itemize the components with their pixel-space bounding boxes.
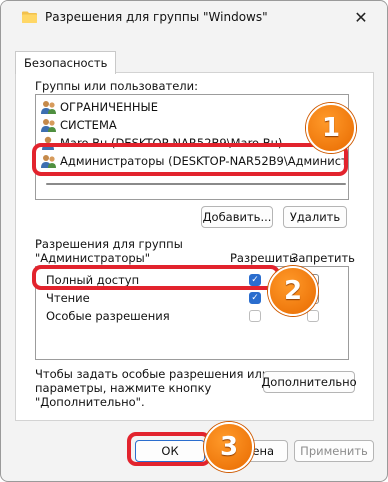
tab-security[interactable]: Безопасность	[15, 51, 117, 74]
allow-checkbox[interactable]	[249, 310, 261, 322]
deny-column-header: Запретить	[291, 251, 355, 265]
list-item[interactable]: Maro Bu (DESKTOP-NAR52B9\Maro Bu)	[40, 134, 282, 152]
tab-strip: Безопасность	[15, 51, 375, 74]
list-item[interactable]: ОГРАНИЧЕННЫЕ	[40, 98, 158, 116]
annotation-badge-3: 3	[204, 422, 254, 472]
ok-button[interactable]: ОК	[135, 440, 205, 462]
user-group-icon	[40, 118, 58, 133]
remove-button[interactable]: Удалить	[283, 206, 347, 228]
groups-label: Группы или пользователи:	[35, 79, 198, 93]
allow-column-header: Разрешить	[230, 251, 296, 265]
user-group-icon	[40, 154, 58, 169]
list-item-label: Администраторы (DESKTOP-NAR52B9\Админист…	[60, 154, 348, 168]
groups-list[interactable]: ОГРАНИЧЕННЫЕ СИСТЕМА Maro Bu (DESKTOP-NA…	[35, 94, 349, 200]
list-item-label: СИСТЕМА	[60, 118, 117, 132]
add-button[interactable]: Добавить...	[201, 206, 273, 228]
list-item-label: Maro Bu (DESKTOP-NAR52B9\Maro Bu)	[60, 136, 283, 150]
advanced-button[interactable]: Дополнительно	[261, 371, 357, 393]
permissions-label-line2: "Администраторы"	[35, 251, 151, 265]
allow-checkbox[interactable]: ✓	[249, 292, 261, 304]
list-item-selected[interactable]: Администраторы (DESKTOP-NAR52B9\Админист…	[40, 152, 348, 170]
permission-name: Чтение	[46, 291, 90, 305]
list-item[interactable]: СИСТЕМА	[40, 116, 117, 134]
title-bar: Разрешения для группы "Windows" ✕	[1, 1, 387, 35]
window-title: Разрешения для группы "Windows"	[45, 10, 268, 24]
deny-checkbox[interactable]	[307, 310, 319, 322]
user-group-icon	[40, 100, 58, 115]
permissions-dialog: Разрешения для группы "Windows" ✕ Безопа…	[0, 0, 388, 482]
list-item-label: ОГРАНИЧЕННЫЕ	[60, 100, 158, 114]
annotation-badge-1: 1	[306, 103, 356, 153]
permissions-label-line1: Разрешения для группы	[35, 237, 183, 251]
user-icon	[40, 136, 58, 151]
folder-icon	[22, 11, 37, 23]
close-button[interactable]: ✕	[347, 3, 375, 31]
apply-button[interactable]: Применить	[294, 440, 374, 462]
allow-checkbox[interactable]: ✓	[249, 274, 261, 286]
close-icon: ✕	[354, 7, 368, 27]
advanced-hint-line3: "Дополнительно".	[35, 395, 145, 409]
advanced-hint-line1: Чтобы задать особые разрешения или	[35, 367, 270, 381]
advanced-hint-line2: параметры, нажмите кнопку	[35, 381, 212, 395]
annotation-badge-2: 2	[268, 266, 318, 316]
permission-name: Полный доступ	[46, 273, 140, 287]
horizontal-scrollbar[interactable]	[46, 181, 346, 187]
permission-name: Особые разрешения	[46, 309, 170, 323]
